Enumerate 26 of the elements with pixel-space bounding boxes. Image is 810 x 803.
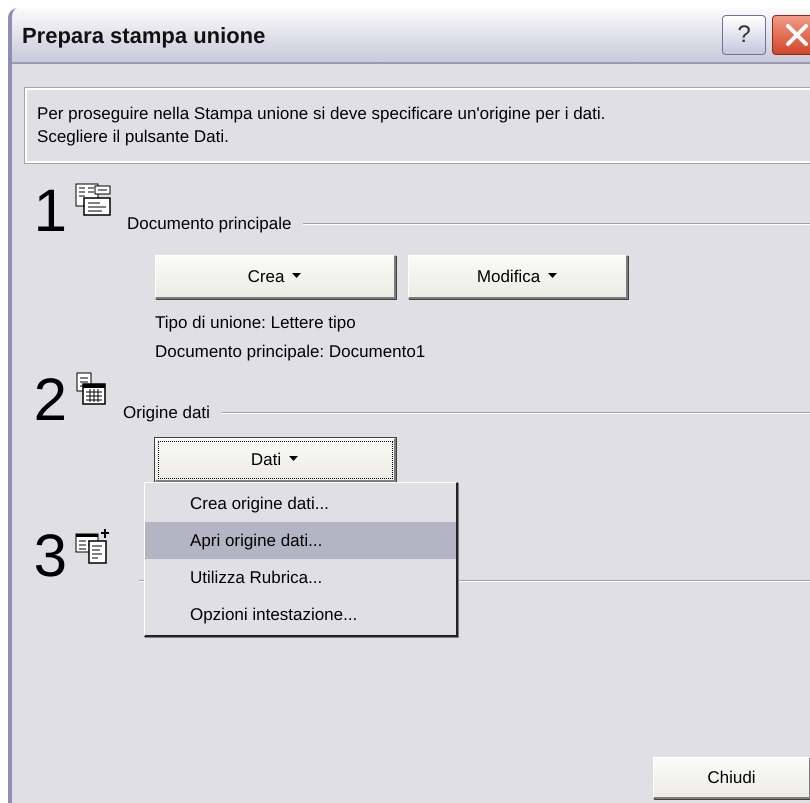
step-label: Origine dati <box>123 402 210 424</box>
step-number: 3 <box>32 526 67 586</box>
menu-item[interactable]: Opzioni intestazione... <box>145 596 456 633</box>
menu-item[interactable]: Crea origine dati... <box>145 485 456 522</box>
table-document-icon <box>75 372 107 406</box>
dropdown-button[interactable]: Dati <box>155 438 396 482</box>
help-button[interactable]: ? <box>722 15 766 55</box>
caret-icon <box>292 273 302 280</box>
window-title: Prepara stampa unione <box>22 22 266 50</box>
caret-icon <box>548 273 558 280</box>
close-button[interactable] <box>772 15 810 55</box>
instructions-text: Per proseguire nella Stampa unione si deve specificare un'origine per i dati. Scegliere il pulsante Dati. <box>25 88 810 163</box>
step-number: 2 <box>32 370 67 430</box>
caret-icon <box>289 456 300 462</box>
dropdown-button[interactable]: Crea <box>155 254 396 299</box>
step-label: Documento principale <box>127 213 292 236</box>
documents-icon <box>75 182 111 217</box>
info-text: Documento principale: Documento1 <box>155 340 426 363</box>
dropdown-button[interactable]: Modifica <box>408 254 628 299</box>
close-dialog-button[interactable]: Chiudi <box>653 757 810 799</box>
step-number: 1 <box>32 180 67 241</box>
info-text: Tipo di unione: Lettere tipo <box>155 312 357 334</box>
table-add-icon <box>75 528 111 564</box>
menu-item[interactable]: Utilizza Rubrica... <box>145 559 456 596</box>
menu-item[interactable]: Apri origine dati... <box>145 522 456 559</box>
close-icon <box>784 22 810 48</box>
